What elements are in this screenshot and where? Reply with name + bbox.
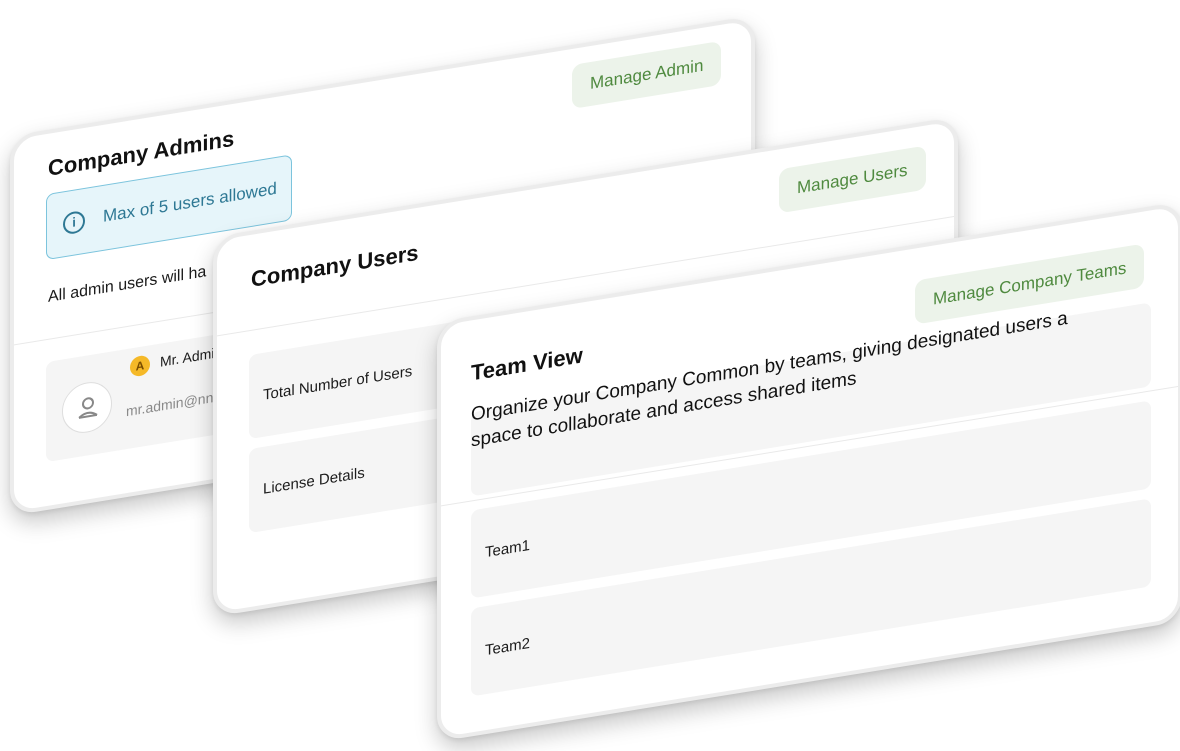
license-details-label: License Details [263,464,365,498]
manage-admin-button[interactable]: Manage Admin [572,40,722,109]
company-users-title: Company Users [251,239,419,292]
max-users-info-text: Max of 5 users allowed [103,178,277,226]
admin-name: Mr. Admi [160,344,215,370]
stage: Manage Admin Company Admins i Max of 5 u… [0,0,1180,751]
total-users-label: Total Number of Users [263,362,413,404]
team2-label: Team2 [485,634,531,660]
admin-avatar [62,378,112,437]
team-view-title: Team View [471,342,583,386]
team1-label: Team1 [485,536,531,562]
manage-users-button[interactable]: Manage Users [779,145,926,214]
info-icon: i [63,209,85,236]
admins-description: All admin users will ha [48,263,207,306]
user-icon [78,397,98,419]
admin-email: mr.admin@nn [126,389,214,420]
admin-badge: A [130,354,150,378]
